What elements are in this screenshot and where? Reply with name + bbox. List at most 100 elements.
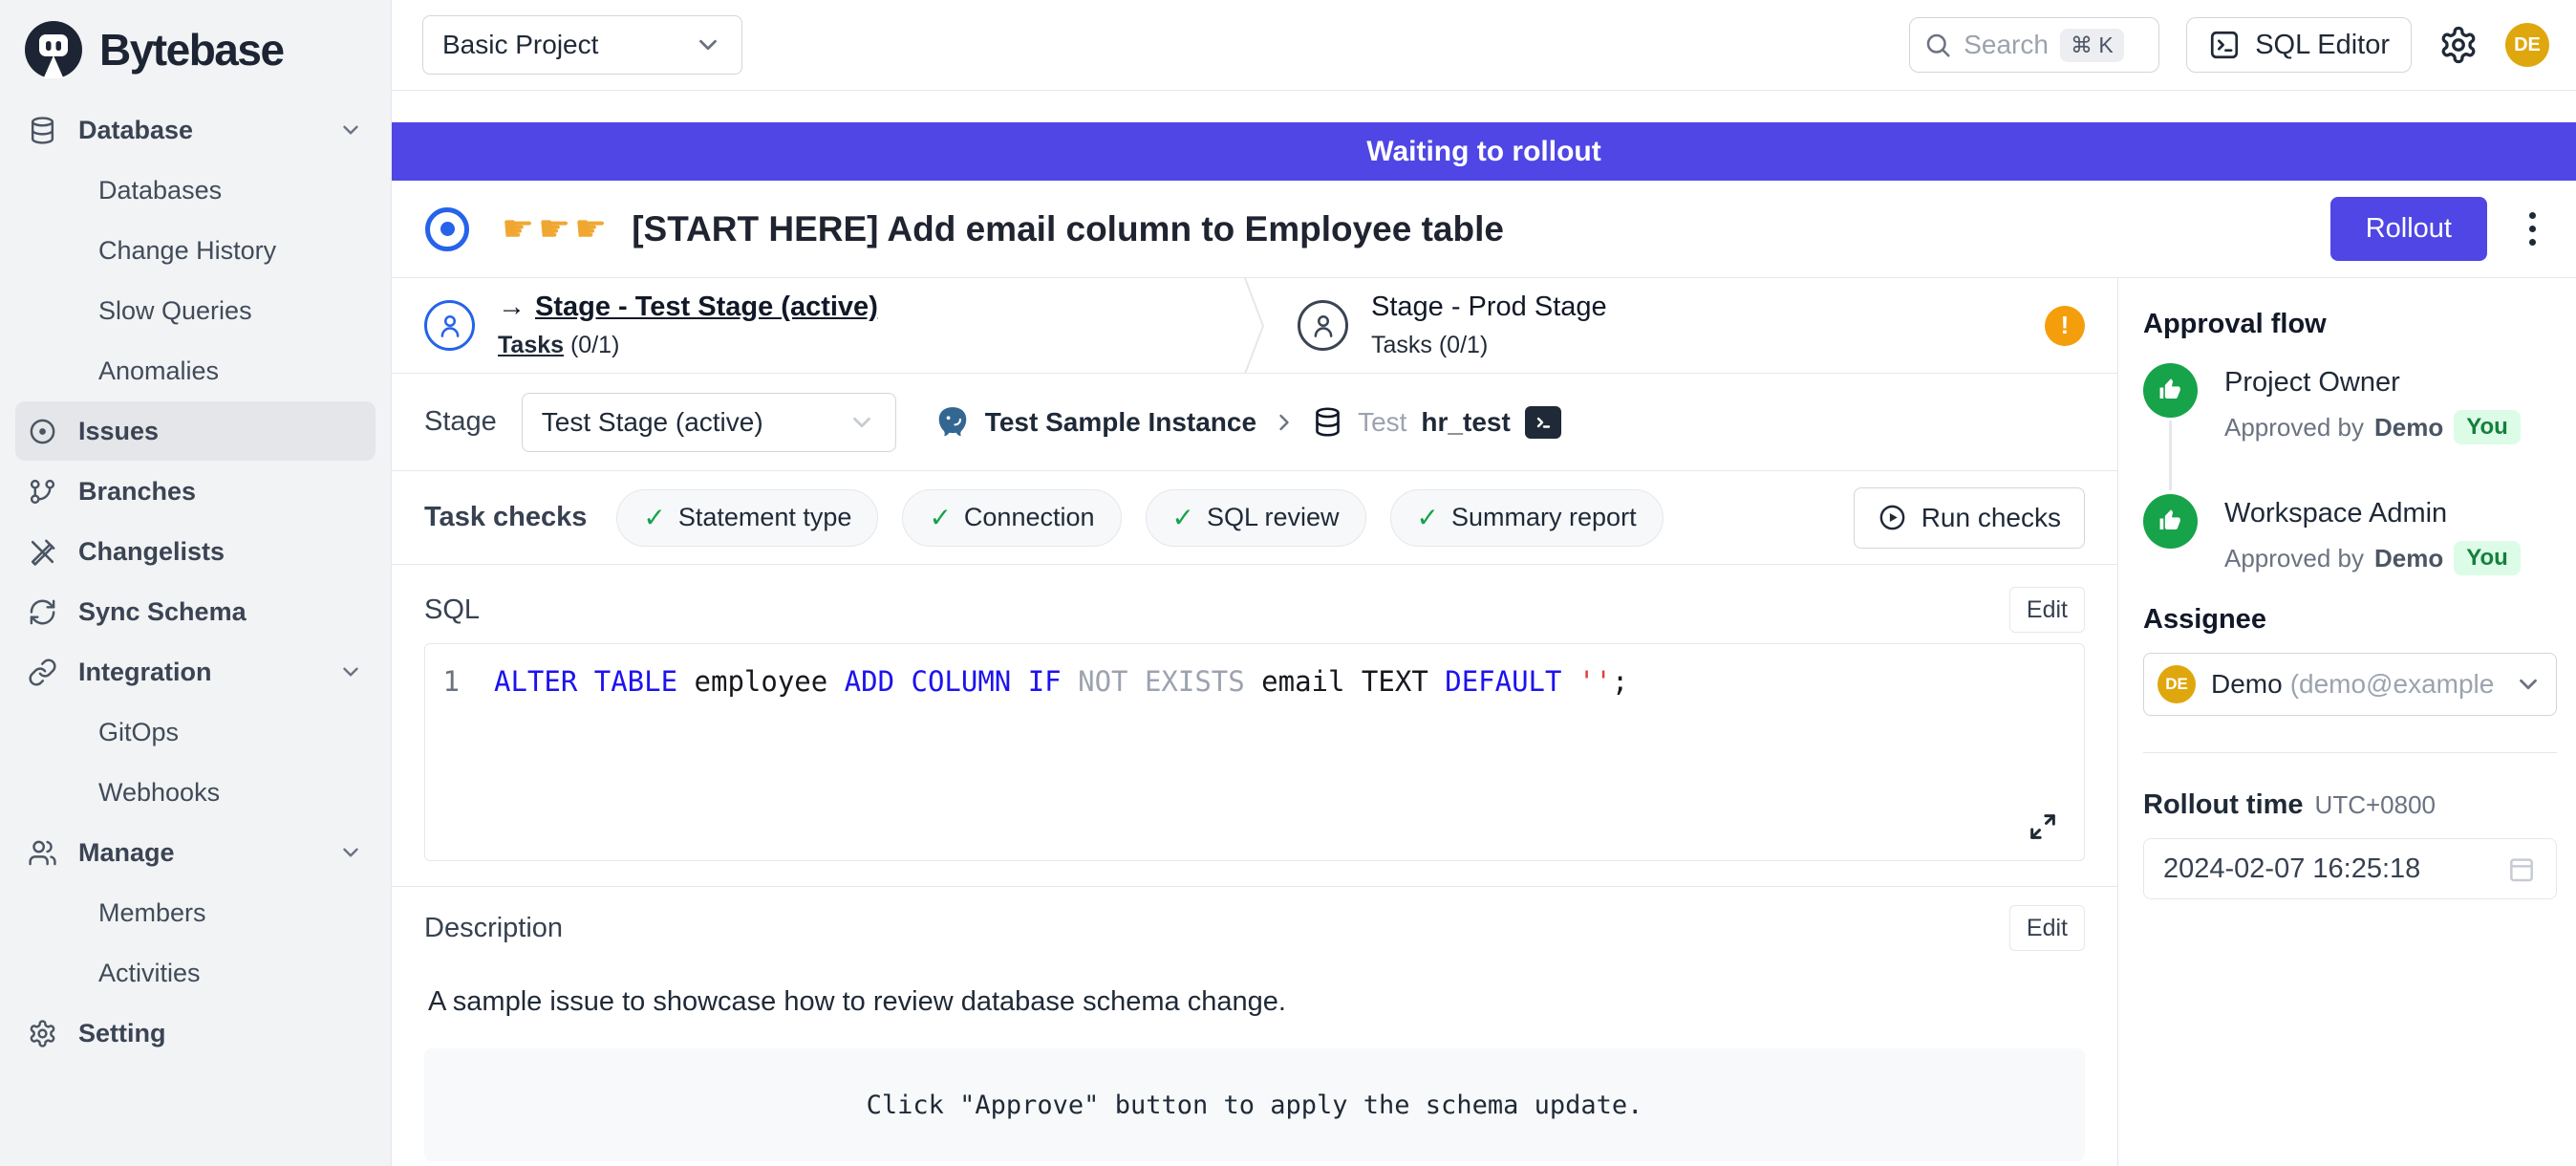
assignee-avatar: DE	[2157, 665, 2196, 703]
check-connection[interactable]: ✓ Connection	[902, 489, 1121, 547]
project-selector[interactable]: Basic Project	[422, 15, 742, 75]
sidebar-item-database[interactable]: Database	[15, 100, 376, 160]
bytebase-logo-icon	[23, 19, 84, 80]
sidebar-item-anomalies[interactable]: Anomalies	[15, 341, 376, 400]
sql-edit-button[interactable]: Edit	[2009, 587, 2085, 633]
description-edit-button[interactable]: Edit	[2009, 905, 2085, 951]
git-branch-icon	[28, 477, 57, 507]
database-link[interactable]: hr_test	[1421, 407, 1510, 438]
sidebar-item-changelists[interactable]: Changelists	[15, 522, 376, 581]
check-passed-icon: ✓	[1417, 502, 1439, 533]
sidebar-item-branches[interactable]: Branches	[15, 462, 376, 521]
rollout-time-input[interactable]: 2024-02-07 16:25:18	[2143, 838, 2557, 899]
sql-statement: ALTER TABLE employee ADD COLUMN IF NOT E…	[494, 665, 1628, 698]
content-row: →Stage - Test Stage (active) Tasks (0/1)…	[392, 278, 2576, 1166]
stage-selector[interactable]: Test Stage (active)	[522, 393, 896, 452]
chevron-down-icon	[338, 118, 363, 142]
more-options-icon[interactable]	[2518, 203, 2547, 255]
logo-wordmark: Bytebase	[99, 24, 284, 76]
approver-name: Demo	[2374, 413, 2443, 443]
sidebar-item-webhooks[interactable]: Webhooks	[15, 763, 376, 822]
pointing-emoji: ☛☛☛	[502, 207, 611, 250]
sidebar-item-databases[interactable]: Databases	[15, 161, 376, 220]
sql-section-title: SQL	[424, 594, 480, 626]
assignee-email: (demo@example	[2290, 669, 2495, 700]
open-sql-console-icon[interactable]	[1525, 406, 1561, 439]
thumbs-up-icon	[2143, 494, 2198, 549]
expand-icon[interactable]	[2027, 810, 2059, 843]
stage-tasks: Tasks (0/1)	[1371, 332, 1607, 359]
person-icon	[424, 300, 475, 351]
search-placeholder: Search	[1964, 30, 2049, 60]
search-shortcut: ⌘ K	[2060, 29, 2124, 62]
topbar-right: Search ⌘ K SQL Editor DE	[1909, 17, 2549, 73]
sidebar-item-members[interactable]: Members	[15, 883, 376, 942]
task-checks-row: Task checks ✓ Statement type ✓ Connectio…	[392, 471, 2117, 565]
timezone-label: UTC+0800	[2315, 790, 2436, 820]
instance-link[interactable]: Test Sample Instance	[985, 407, 1256, 438]
chevron-down-icon	[338, 840, 363, 865]
sync-icon	[28, 597, 57, 627]
stage-name: Stage - Prod Stage	[1371, 292, 1607, 323]
settings-gear-icon[interactable]	[2438, 25, 2479, 65]
rollout-button[interactable]: Rollout	[2330, 197, 2487, 261]
user-avatar[interactable]: DE	[2505, 23, 2549, 67]
check-passed-icon: ✓	[643, 502, 665, 533]
page-title: [START HERE] Add email column to Employe…	[632, 209, 2309, 249]
search-icon	[1923, 31, 1952, 59]
sidebar-item-slow-queries[interactable]: Slow Queries	[15, 281, 376, 340]
approval-step: Workspace Admin Approved by Demo You	[2143, 494, 2557, 575]
check-sql-review[interactable]: ✓ SQL review	[1146, 489, 1366, 547]
assignee-title: Assignee	[2143, 604, 2557, 636]
panel-divider	[2143, 752, 2557, 753]
terminal-icon	[2208, 29, 2241, 61]
stage-tasks-link[interactable]: Tasks (0/1)	[498, 332, 878, 359]
issue-detail-column: →Stage - Test Stage (active) Tasks (0/1)…	[392, 278, 2118, 1166]
postgresql-icon	[934, 404, 971, 441]
stage-prod-stage[interactable]: Stage - Prod Stage Tasks (0/1) !	[1265, 278, 2117, 373]
sidebar-item-integration[interactable]: Integration	[15, 642, 376, 702]
database-icon	[28, 116, 57, 145]
sidebar-item-manage[interactable]: Manage	[15, 823, 376, 882]
check-passed-icon: ✓	[929, 502, 951, 533]
stage-test-stage[interactable]: →Stage - Test Stage (active) Tasks (0/1)	[392, 278, 1244, 373]
main-area: Basic Project Search ⌘ K SQL Editor DE W…	[392, 0, 2576, 1166]
approval-role: Project Owner	[2224, 367, 2521, 399]
sidebar-item-change-history[interactable]: Change History	[15, 221, 376, 280]
chevron-down-icon	[2514, 670, 2543, 699]
assignee-selector[interactable]: DE Demo (demo@example	[2143, 653, 2557, 716]
chevron-down-icon	[694, 31, 722, 59]
issue-icon	[28, 417, 57, 446]
stage-strip: →Stage - Test Stage (active) Tasks (0/1)…	[392, 278, 2117, 374]
attention-icon: !	[2045, 306, 2085, 346]
stage-label: Stage	[424, 406, 497, 438]
sidebar-item-gitops[interactable]: GitOps	[15, 702, 376, 762]
changelist-icon	[28, 537, 57, 567]
rollout-time-label: Rollout time UTC+0800	[2143, 789, 2557, 821]
users-icon	[28, 838, 57, 868]
play-circle-icon	[1878, 503, 1907, 532]
chevron-down-icon	[848, 408, 876, 437]
description-code-block: Click "Approve" button to apply the sche…	[424, 1048, 2085, 1161]
bytebase-logo[interactable]: Bytebase	[0, 13, 391, 99]
sidebar-item-activities[interactable]: Activities	[15, 943, 376, 1003]
issue-status-icon	[425, 207, 469, 251]
you-badge: You	[2454, 541, 2521, 575]
check-summary-report[interactable]: ✓ Summary report	[1390, 489, 1664, 547]
calendar-icon[interactable]	[2506, 853, 2537, 884]
issue-title-row: ☛☛☛ [START HERE] Add email column to Emp…	[392, 181, 2576, 278]
stage-bar: Stage Test Stage (active) Test Sample In…	[392, 374, 2117, 471]
sidebar-item-issues[interactable]: Issues	[15, 401, 376, 461]
bytebase-app: Bytebase Database Databases Change Histo…	[0, 0, 2576, 1166]
task-checks-label: Task checks	[424, 502, 587, 533]
line-number: 1	[425, 665, 494, 698]
sql-editor[interactable]: 1 ALTER TABLE employee ADD COLUMN IF NOT…	[424, 643, 2085, 861]
check-statement-type[interactable]: ✓ Statement type	[616, 489, 878, 547]
search-input[interactable]: Search ⌘ K	[1909, 17, 2159, 73]
approver-name: Demo	[2374, 544, 2443, 573]
sidebar-item-setting[interactable]: Setting	[15, 1004, 376, 1063]
sidebar-item-sync-schema[interactable]: Sync Schema	[15, 582, 376, 641]
description-text: A sample issue to showcase how to review…	[428, 986, 2085, 1018]
run-checks-button[interactable]: Run checks	[1854, 487, 2085, 549]
sql-editor-button[interactable]: SQL Editor	[2186, 17, 2412, 73]
